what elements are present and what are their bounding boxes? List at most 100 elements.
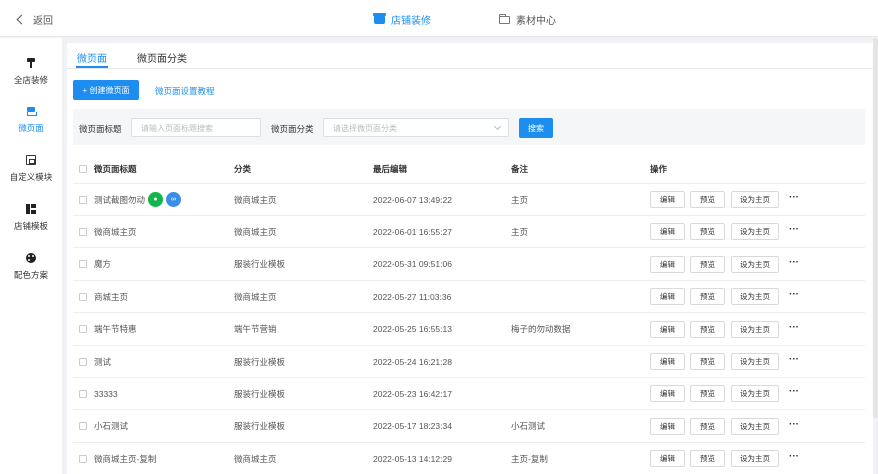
- row-title-cell: 小石测试: [94, 411, 128, 442]
- tutorial-link[interactable]: 微页面设置教程: [155, 85, 215, 97]
- chevron-down-icon: [493, 122, 502, 131]
- row-last-edited: 2022-05-13 14:12:29: [373, 453, 452, 464]
- set-home-button[interactable]: 设为主页: [731, 450, 779, 468]
- row-note: 主页: [511, 226, 529, 237]
- mini-program-icon[interactable]: ∞: [166, 192, 182, 207]
- tab-store-decoration[interactable]: 店铺装修: [373, 12, 431, 27]
- tab-material-center-label: 素材中心: [516, 16, 556, 27]
- edit-button[interactable]: 编辑: [650, 288, 685, 306]
- preview-button[interactable]: 预览: [690, 223, 725, 241]
- row-checkbox[interactable]: [79, 389, 87, 398]
- palette-icon: [26, 253, 36, 263]
- row-checkbox[interactable]: [79, 325, 87, 334]
- sidebar-item-color-scheme[interactable]: 配色方案: [0, 253, 62, 281]
- row-checkbox[interactable]: [79, 227, 87, 236]
- set-home-button[interactable]: 设为主页: [731, 223, 779, 241]
- row-last-edited: 2022-06-01 16:55:27: [373, 226, 452, 237]
- row-title-cell: 微商城主页-复制: [94, 443, 156, 474]
- preview-button[interactable]: 预览: [690, 191, 725, 208]
- more-icon[interactable]: ···: [789, 290, 805, 302]
- tab-material-center[interactable]: 素材中心: [499, 12, 556, 27]
- preview-button[interactable]: 预览: [690, 255, 725, 273]
- row-checkbox[interactable]: [79, 454, 87, 463]
- category-filter-label: 微页面分类: [271, 124, 314, 134]
- set-home-button[interactable]: 设为主页: [731, 353, 779, 370]
- select-all-checkbox[interactable]: [79, 164, 87, 173]
- row-select-cell: [79, 184, 87, 215]
- row-category: 端午节营销: [234, 324, 277, 335]
- row-select-cell: [79, 411, 87, 442]
- tab-micro-page[interactable]: 微页面: [76, 50, 108, 68]
- brush-icon: [26, 58, 36, 68]
- row-title[interactable]: 微商城主页: [94, 226, 137, 238]
- edit-button[interactable]: 编辑: [650, 417, 685, 435]
- table-row: 端午节特惠 端午节营销 2022-05-25 16:55:13 梅子的勿动数据 编辑 预览…: [73, 314, 865, 346]
- more-icon[interactable]: ···: [789, 322, 805, 335]
- row-checkbox[interactable]: [79, 195, 87, 204]
- edit-button[interactable]: 编辑: [650, 320, 685, 338]
- row-checkbox[interactable]: [79, 422, 87, 431]
- more-icon[interactable]: ···: [789, 225, 805, 237]
- row-title[interactable]: 微商城主页-复制: [94, 453, 156, 465]
- row-title[interactable]: 魔方: [94, 258, 111, 270]
- row-title[interactable]: 商城主页: [94, 291, 128, 303]
- table-row: 小石测试 服装行业模板 2022-05-17 18:23:34 小石测试 编辑 预览 设为主…: [73, 411, 865, 443]
- more-icon[interactable]: ···: [789, 193, 805, 205]
- set-home-button[interactable]: 设为主页: [731, 191, 779, 208]
- row-note: 主页: [511, 194, 529, 205]
- row-title[interactable]: 测试截图勿动: [94, 194, 145, 206]
- page-scrollbar[interactable]: [873, 38, 878, 418]
- edit-button[interactable]: 编辑: [650, 353, 685, 370]
- sidebar-item-store-template[interactable]: 店铺模板: [0, 204, 62, 232]
- more-icon[interactable]: ···: [789, 452, 805, 464]
- row-title[interactable]: 小石测试: [94, 420, 128, 432]
- edit-button[interactable]: 编辑: [650, 385, 685, 403]
- preview-button[interactable]: 预览: [690, 450, 725, 468]
- row-checkbox[interactable]: [79, 292, 87, 301]
- edit-button[interactable]: 编辑: [650, 191, 685, 208]
- set-home-button[interactable]: 设为主页: [731, 255, 779, 273]
- edit-button[interactable]: 编辑: [650, 450, 685, 468]
- row-category: 微商城主页: [234, 291, 277, 302]
- row-title-cell: 测试截图勿动 ● ∞: [94, 184, 182, 215]
- set-home-button[interactable]: 设为主页: [731, 288, 779, 306]
- filter-bar: 微页面标题 请输入页面标题搜索 微页面分类 请选择微页面分类 搜索: [73, 109, 865, 145]
- set-home-button[interactable]: 设为主页: [731, 320, 779, 338]
- category-select[interactable]: 请选择微页面分类: [323, 118, 509, 137]
- row-title[interactable]: 测试: [94, 356, 111, 368]
- more-icon[interactable]: ···: [789, 355, 805, 367]
- row-checkbox[interactable]: [79, 357, 87, 366]
- back-button[interactable]: 返回: [16, 12, 53, 27]
- sidebar-item-store-decoration[interactable]: 全店装修: [0, 58, 62, 86]
- chevron-left-icon: [16, 14, 27, 25]
- row-category: 微商城主页: [234, 194, 277, 205]
- preview-button[interactable]: 预览: [690, 288, 725, 306]
- row-title[interactable]: 端午节特惠: [94, 323, 137, 335]
- row-checkbox[interactable]: [79, 260, 87, 269]
- edit-button[interactable]: 编辑: [650, 255, 685, 273]
- wechat-icon[interactable]: ●: [148, 192, 164, 207]
- row-last-edited: 2022-05-27 11:03:36: [373, 291, 452, 302]
- sidebar-item-label: 全店装修: [13, 75, 48, 85]
- preview-button[interactable]: 预览: [690, 385, 725, 403]
- table-row: 测试 服装行业模板 2022-05-24 16:21:28 编辑 预览 设为主页 ···: [73, 346, 865, 378]
- more-icon[interactable]: ···: [789, 387, 805, 399]
- sidebar-item-label: 店铺模板: [13, 221, 48, 231]
- more-icon[interactable]: ···: [789, 419, 805, 432]
- create-micro-page-button[interactable]: + 创建微页面: [73, 80, 139, 100]
- title-search-input[interactable]: 请输入页面标题搜索: [131, 118, 261, 137]
- sidebar-item-micro-page[interactable]: 微页面: [0, 106, 62, 134]
- search-button[interactable]: 搜索: [519, 118, 553, 138]
- tab-micro-page-category[interactable]: 微页面分类: [137, 50, 187, 65]
- preview-button[interactable]: 预览: [690, 320, 725, 338]
- preview-button[interactable]: 预览: [690, 417, 725, 435]
- preview-button[interactable]: 预览: [690, 353, 725, 370]
- tab-store-decoration-label: 店铺装修: [391, 16, 431, 27]
- row-title[interactable]: 33333: [94, 389, 118, 399]
- set-home-button[interactable]: 设为主页: [731, 385, 779, 403]
- edit-button[interactable]: 编辑: [650, 223, 685, 241]
- row-category: 服装行业模板: [234, 259, 286, 270]
- set-home-button[interactable]: 设为主页: [731, 417, 779, 435]
- sidebar-item-custom-module[interactable]: 自定义模块: [0, 155, 62, 183]
- more-icon[interactable]: ···: [789, 257, 805, 270]
